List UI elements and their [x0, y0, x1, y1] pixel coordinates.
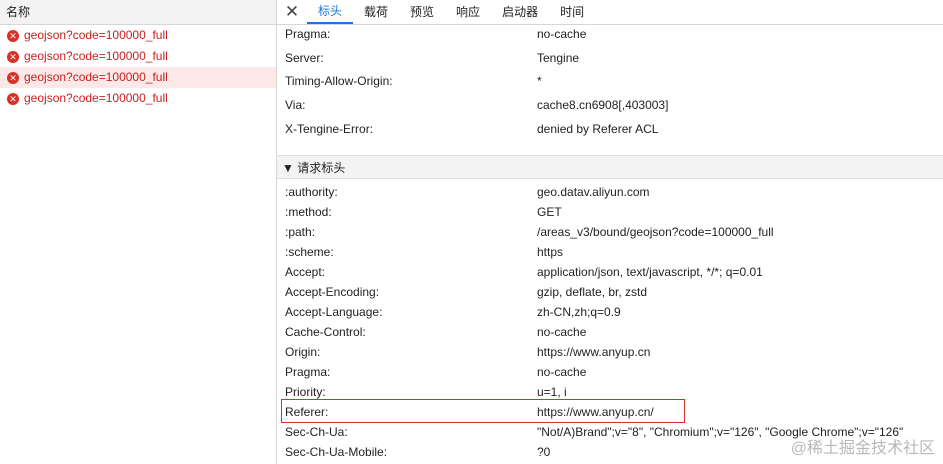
header-row: :method: GET [277, 202, 943, 222]
request-row-selected[interactable]: ✕ geojson?code=100000_full [0, 67, 276, 88]
error-icon: ✕ [7, 29, 19, 42]
header-value: ?0 [537, 445, 551, 459]
request-detail-panel: ✕ 标头 载荷 预览 响应 启动器 时间 Pragma: no-cache Se… [277, 0, 943, 464]
watermark: @稀土掘金技术社区 [790, 440, 935, 457]
header-row: Timing-Allow-Origin: * [277, 71, 943, 91]
header-name: Pragma: [285, 365, 331, 379]
header-value: Tengine [537, 51, 580, 65]
header-name: Sec-Ch-Ua: [285, 425, 348, 439]
devtools-network-panel: 名称 ✕ geojson?code=100000_full ✕ geojson?… [0, 0, 943, 464]
error-icon: ✕ [7, 71, 19, 84]
request-row[interactable]: ✕ geojson?code=100000_full [0, 88, 276, 109]
request-name: geojson?code=100000_full [24, 91, 168, 105]
header-row: Accept: application/json, text/javascrip… [277, 262, 943, 282]
header-name: Server: [285, 51, 324, 65]
header-row: Accept-Encoding: gzip, deflate, br, zstd [277, 282, 943, 302]
header-name: Origin: [285, 345, 321, 359]
header-row: Server: Tengine [277, 48, 943, 68]
header-name: :authority: [285, 185, 338, 199]
header-name: Accept-Language: [285, 305, 383, 319]
header-row: Origin: https://www.anyup.cn [277, 342, 943, 362]
header-value: https://www.anyup.cn [537, 345, 651, 359]
tab-timing[interactable]: 时间 [549, 0, 595, 24]
header-row: :scheme: https [277, 242, 943, 262]
header-name: Cache-Control: [285, 325, 366, 339]
header-value: zh-CN,zh;q=0.9 [537, 305, 621, 319]
request-name: geojson?code=100000_full [24, 49, 168, 63]
tab-response[interactable]: 响应 [445, 0, 491, 24]
header-row: Via: cache8.cn6908[,403003] [277, 95, 943, 115]
header-row: Pragma: no-cache [277, 362, 943, 382]
header-row: :authority: geo.datav.aliyun.com [277, 182, 943, 202]
error-icon: ✕ [7, 50, 19, 63]
error-icon: ✕ [7, 92, 19, 105]
header-name: X-Tengine-Error: [285, 122, 374, 136]
name-column-header[interactable]: 名称 [0, 0, 276, 25]
header-row: Cache-Control: no-cache [277, 322, 943, 342]
header-value: application/json, text/javascript, */*; … [537, 265, 763, 279]
header-value: https [537, 245, 564, 259]
header-name: Accept: [285, 265, 326, 279]
header-value: geo.datav.aliyun.com [537, 185, 650, 199]
request-row[interactable]: ✕ geojson?code=100000_full [0, 46, 276, 67]
tab-payload[interactable]: 载荷 [353, 0, 399, 24]
header-row: Pragma: no-cache [277, 24, 943, 44]
header-row: Accept-Language: zh-CN,zh;q=0.9 [277, 302, 943, 322]
header-name: Timing-Allow-Origin: [285, 74, 393, 88]
header-name: Pragma: [285, 27, 331, 41]
request-headers-section-toggle[interactable]: ▼ 请求标头 [277, 155, 943, 179]
header-name: :path: [285, 225, 316, 239]
referer-highlight-box [281, 399, 685, 423]
header-name: Sec-Ch-Ua-Mobile: [285, 445, 388, 459]
header-value: denied by Referer ACL [537, 122, 659, 136]
header-name: Accept-Encoding: [285, 285, 380, 299]
request-list-panel: 名称 ✕ geojson?code=100000_full ✕ geojson?… [0, 0, 277, 464]
header-value: GET [537, 205, 562, 219]
tab-preview[interactable]: 预览 [399, 0, 445, 24]
header-value: * [537, 74, 542, 88]
detail-tabs: ✕ 标头 载荷 预览 响应 启动器 时间 [277, 0, 943, 25]
header-value: no-cache [537, 365, 587, 379]
header-name: Via: [285, 98, 306, 112]
header-row: :path: /areas_v3/bound/geojson?code=1000… [277, 222, 943, 242]
tab-headers[interactable]: 标头 [307, 0, 354, 24]
close-icon[interactable]: ✕ [277, 0, 307, 24]
header-value: no-cache [537, 27, 587, 41]
header-value: no-cache [537, 325, 587, 339]
header-name: :scheme: [285, 245, 334, 259]
header-name: :method: [285, 205, 332, 219]
request-name: geojson?code=100000_full [24, 28, 168, 42]
request-row[interactable]: ✕ geojson?code=100000_full [0, 25, 276, 46]
header-value: cache8.cn6908[,403003] [537, 98, 669, 112]
request-name: geojson?code=100000_full [24, 70, 168, 84]
header-value: /areas_v3/bound/geojson?code=100000_full [537, 225, 774, 239]
header-value: gzip, deflate, br, zstd [537, 285, 648, 299]
tab-initiator[interactable]: 启动器 [491, 0, 549, 24]
header-row: X-Tengine-Error: denied by Referer ACL [277, 119, 943, 139]
